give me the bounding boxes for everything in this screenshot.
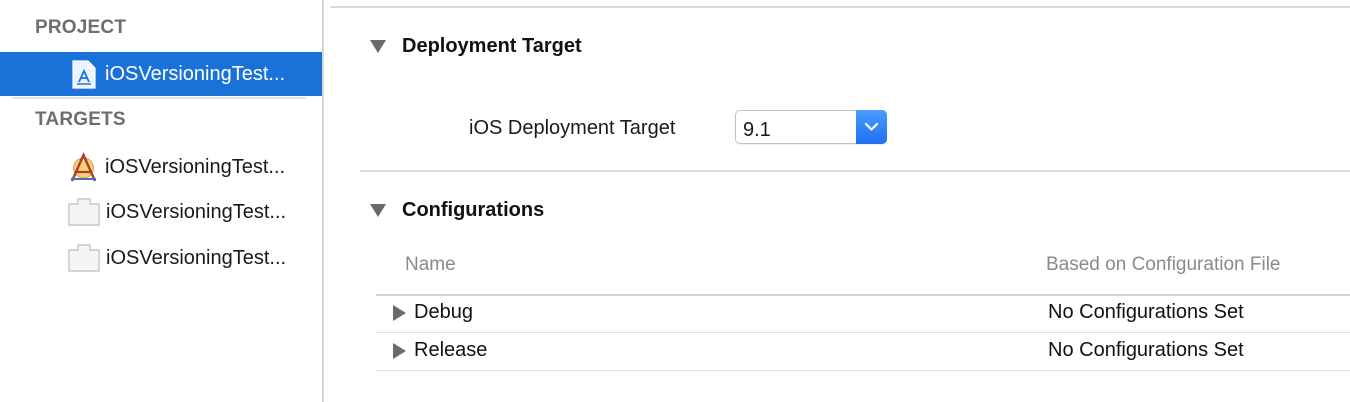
config-based-on-cell: No Configurations Set — [1048, 339, 1244, 361]
config-name-cell: Debug — [414, 301, 473, 323]
row-disclosure-triangle[interactable] — [393, 343, 406, 359]
app-target-icon — [68, 151, 99, 183]
row-divider — [376, 332, 1350, 333]
configurations-section-title: Configurations — [402, 199, 545, 221]
config-name-cell: Release — [414, 339, 488, 361]
popup-arrow-button[interactable] — [856, 110, 887, 144]
sidebar-item-ui-tests[interactable]: iOSVersioningTest... — [0, 236, 322, 280]
sidebar-item-unit-tests[interactable]: iOSVersioningTest... — [0, 190, 322, 234]
sidebar-item-label: iOSVersioningTest... — [106, 246, 287, 269]
top-divider — [330, 6, 1350, 8]
ios-deployment-target-popup[interactable]: 9.1 — [735, 110, 887, 144]
deployment-section-title: Deployment Target — [402, 35, 582, 57]
column-header-name[interactable]: Name — [405, 254, 456, 276]
table-header-divider — [376, 294, 1350, 296]
section-divider — [360, 170, 1350, 172]
sidebar-item-label: iOSVersioningTest... — [105, 155, 286, 178]
row-divider — [376, 370, 1350, 371]
sidebar-divider[interactable] — [322, 0, 324, 402]
sidebar-item-label: iOSVersioningTest... — [105, 62, 286, 85]
sidebar-separator — [12, 97, 306, 99]
test-bundle-icon — [68, 198, 100, 226]
sidebar-item-app-target[interactable]: iOSVersioningTest... — [0, 145, 322, 189]
targets-section-header: TARGETS — [35, 109, 126, 130]
config-based-on-cell: No Configurations Set — [1048, 301, 1244, 323]
deployment-target-value: 9.1 — [743, 119, 771, 141]
xcode-project-icon — [72, 59, 96, 89]
configurations-disclosure-triangle[interactable] — [370, 204, 386, 217]
row-disclosure-triangle[interactable] — [393, 305, 406, 321]
chevron-down-icon — [864, 122, 879, 131]
column-header-based-on[interactable]: Based on Configuration File — [1046, 254, 1280, 276]
ios-deployment-target-label: iOS Deployment Target — [469, 117, 676, 139]
sidebar-item-label: iOSVersioningTest... — [106, 200, 287, 223]
project-section-header: PROJECT — [35, 17, 127, 38]
test-bundle-icon — [68, 244, 100, 272]
deployment-disclosure-triangle[interactable] — [370, 40, 386, 53]
sidebar-item-project[interactable]: iOSVersioningTest... — [0, 52, 322, 96]
navigator-sidebar: PROJECT iOSVersioningTest... TARGETS iOS… — [0, 0, 322, 402]
